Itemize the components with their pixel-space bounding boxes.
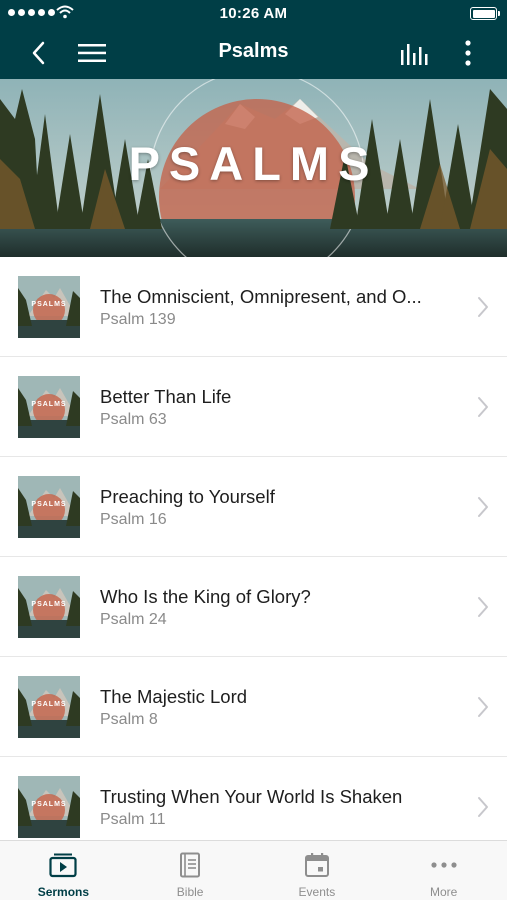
thumbnail-label: PSALMS <box>31 501 67 508</box>
thumbnail-label: PSALMS <box>31 601 67 608</box>
tab-sermons[interactable]: Sermons <box>0 841 127 900</box>
tab-label: Bible <box>176 885 204 899</box>
sermon-passage: Psalm 8 <box>100 711 158 728</box>
sermon-title: The Omniscient, Omnipresent, and O... <box>100 286 422 307</box>
audio-bars-icon <box>401 44 428 65</box>
sermon-title: The Majestic Lord <box>100 686 248 707</box>
list-item[interactable]: PSALMS The Omniscient, Omnipresent, and … <box>0 257 507 357</box>
list-item[interactable]: PSALMS Preaching to Yourself Psalm 16 <box>0 457 507 557</box>
sermon-title: Preaching to Yourself <box>100 486 275 507</box>
banner-title: PSALMS <box>128 137 379 190</box>
sermons-play-icon <box>48 851 78 879</box>
sermon-list: PSALMS The Omniscient, Omnipresent, and … <box>0 257 507 840</box>
sermon-title: Who Is the King of Glory? <box>100 586 311 607</box>
more-options-button[interactable] <box>446 27 490 79</box>
tab-label: Events <box>298 885 336 899</box>
sermon-thumbnail: PSALMS <box>18 276 80 338</box>
chevron-right-icon <box>478 797 488 817</box>
chevron-right-icon <box>478 597 488 617</box>
tab-bible[interactable]: Bible <box>127 841 254 900</box>
thumbnail-label: PSALMS <box>31 401 67 408</box>
list-item[interactable]: PSALMS Better Than Life Psalm 63 <box>0 357 507 457</box>
sermon-passage: Psalm 16 <box>100 511 167 528</box>
more-dots-icon <box>429 851 459 879</box>
nav-bar: Psalms <box>0 27 507 79</box>
bible-icon <box>175 851 205 879</box>
sermon-passage: Psalm 11 <box>100 811 166 828</box>
sermon-thumbnail: PSALMS <box>18 776 80 838</box>
list-item[interactable]: PSALMS The Majestic Lord Psalm 8 <box>0 657 507 757</box>
audio-button[interactable] <box>393 27 437 79</box>
series-banner: PSALMS <box>0 79 507 257</box>
sermon-thumbnail: PSALMS <box>18 476 80 538</box>
status-time: 10:26 AM <box>219 5 288 22</box>
chevron-right-icon <box>478 497 488 517</box>
battery-icon <box>470 7 500 20</box>
tab-label: Sermons <box>37 885 90 899</box>
sermon-passage: Psalm 63 <box>100 411 167 428</box>
status-bar: 10:26 AM <box>0 0 507 27</box>
list-item[interactable]: PSALMS Trusting When Your World Is Shake… <box>0 757 507 840</box>
thumbnail-label: PSALMS <box>31 701 67 708</box>
tab-more[interactable]: More <box>380 841 507 900</box>
sermon-passage: Psalm 139 <box>100 311 176 328</box>
sermon-title: Better Than Life <box>100 386 232 407</box>
sermon-thumbnail: PSALMS <box>18 676 80 738</box>
tab-events[interactable]: Events <box>254 841 381 900</box>
chevron-right-icon <box>478 697 488 717</box>
chevron-right-icon <box>478 397 488 417</box>
chevron-right-icon <box>478 297 488 317</box>
thumbnail-label: PSALMS <box>31 801 67 808</box>
calendar-icon <box>302 851 332 879</box>
sermon-passage: Psalm 24 <box>100 611 167 628</box>
sermon-thumbnail: PSALMS <box>18 576 80 638</box>
tab-bar: Sermons Bible Events More <box>0 840 507 900</box>
sermon-title: Trusting When Your World Is Shaken <box>100 786 403 807</box>
thumbnail-label: PSALMS <box>31 301 67 308</box>
vertical-dots-icon <box>465 40 471 66</box>
tab-label: More <box>429 885 458 899</box>
list-item[interactable]: PSALMS Who Is the King of Glory? Psalm 2… <box>0 557 507 657</box>
sermon-thumbnail: PSALMS <box>18 376 80 438</box>
